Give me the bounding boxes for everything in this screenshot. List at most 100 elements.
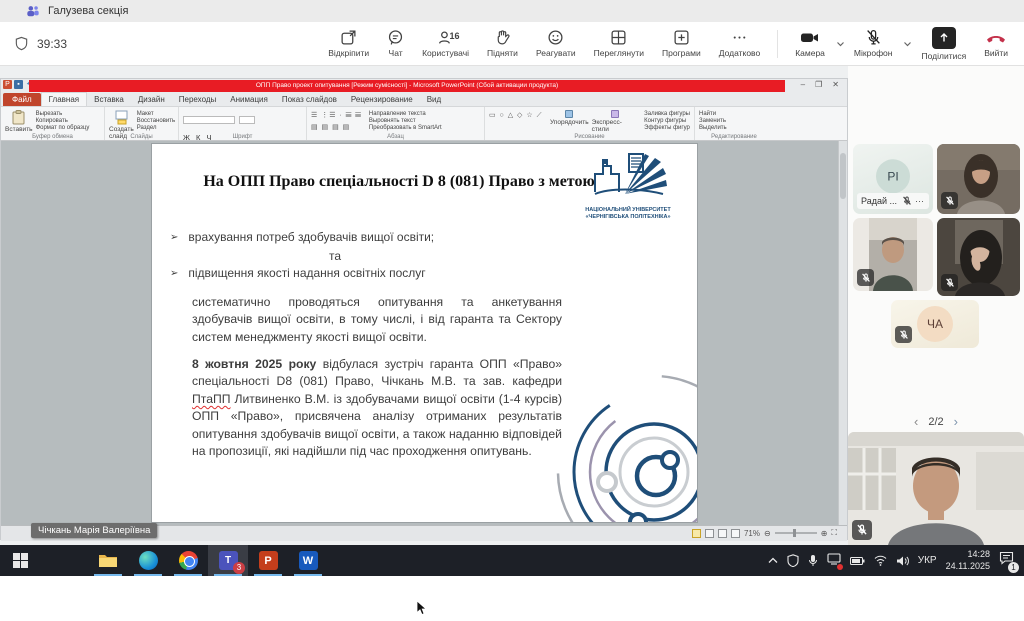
slide-paragraph-2[interactable]: 8 жовтня 2025 року відбулася зустріч гар… [192, 356, 562, 460]
participant-tile-video-3[interactable] [937, 218, 1020, 296]
align-buttons[interactable]: ▤ ▤ ▤ ▤ [311, 123, 362, 132]
wifi-icon[interactable] [874, 555, 887, 566]
camera-button[interactable]: Камера [786, 26, 834, 61]
pager-next-icon[interactable]: › [954, 414, 958, 429]
tab-transitions[interactable]: Переходы [172, 93, 224, 106]
volume-icon[interactable] [896, 555, 909, 567]
mic-options-chevron-icon[interactable] [903, 41, 912, 47]
slideshow-icon[interactable] [731, 529, 740, 538]
slide-title[interactable]: На ОПП Право спеціальності D 8 (081) Пра… [164, 170, 634, 193]
participant-tile-video-large[interactable] [848, 432, 1024, 545]
zoom-out-icon[interactable]: ⊖ [764, 529, 771, 538]
action-center-button[interactable]: 1 [999, 551, 1014, 570]
format-painter-button[interactable]: Формат по образцу [36, 125, 90, 131]
taskbar-clock[interactable]: 14:28 24.11.2025 [946, 549, 990, 572]
slide-sorter-icon[interactable] [705, 529, 714, 538]
tab-file[interactable]: Файл [3, 93, 41, 106]
participant-video [869, 218, 917, 291]
quick-styles-button[interactable]: Экспресс-стили [592, 109, 640, 133]
tab-insert[interactable]: Вставка [87, 93, 131, 106]
tab-home[interactable]: Главная [41, 92, 87, 106]
list-buttons[interactable]: ☰ ⋮☰ · 𝄙 𝄙 [311, 111, 362, 120]
mic-button[interactable]: Мікрофон [845, 26, 902, 61]
taskbar-edge[interactable] [128, 545, 168, 576]
camera-options-chevron-icon[interactable] [836, 41, 845, 47]
participants-button[interactable]: 16 Користувачі [413, 26, 478, 61]
reset-button[interactable]: Восстановить [137, 118, 175, 124]
view-button[interactable]: Переглянути [585, 26, 653, 61]
shapes-gallery[interactable]: ▭ ○ △ ◇ ☆ ⟋ [489, 109, 547, 120]
tab-view[interactable]: Вид [420, 93, 448, 106]
screen-share-indicator-icon[interactable] [827, 552, 841, 570]
language-indicator[interactable]: УКР [918, 555, 937, 566]
unpin-button[interactable]: Відкріпити [319, 26, 378, 61]
teams-meeting-icon [26, 4, 40, 18]
zoom-in-icon[interactable]: ⊕ [821, 529, 828, 538]
more-button[interactable]: Додатково [710, 26, 769, 61]
participant-tile-video-1[interactable] [937, 144, 1020, 214]
scrollbar-thumb[interactable] [840, 153, 846, 199]
participant-tile-video-2[interactable] [853, 218, 933, 291]
bullet-item-1: врахування потреб здобувачів вищої освіт… [188, 230, 434, 246]
tab-design[interactable]: Дизайн [131, 93, 172, 106]
slide-paragraph-1[interactable]: систематично проводяться опитування та а… [192, 294, 562, 346]
tab-animations[interactable]: Анимация [223, 93, 275, 106]
chat-button[interactable]: Чат [378, 26, 413, 61]
replace-button[interactable]: Заменить [699, 118, 727, 124]
share-button[interactable]: Поділитися [912, 24, 975, 64]
taskbar-word[interactable]: W [288, 545, 328, 576]
paste-button[interactable]: Вставить [5, 109, 33, 133]
slide-bullet-list[interactable]: ➢ врахування потреб здобувачів вищої осв… [170, 230, 570, 285]
close-button[interactable]: ✕ [832, 80, 839, 89]
align-text-button[interactable]: Выровнять текст [369, 118, 442, 124]
taskbar-chrome[interactable] [168, 545, 208, 576]
start-button[interactable] [0, 545, 40, 576]
author-tooltip: Чічкань Марія Валеріївна [31, 523, 157, 538]
find-button[interactable]: Найти [699, 111, 727, 117]
shield-icon[interactable] [14, 36, 29, 51]
normal-view-icon[interactable] [692, 529, 701, 538]
slide-canvas[interactable]: На ОПП Право спеціальності D 8 (081) Пра… [151, 143, 698, 523]
reading-view-icon[interactable] [718, 529, 727, 538]
powerpoint-titlebar[interactable]: P ▪ ↶ ↻ ОПП Право проект опитування [Реж… [1, 79, 847, 93]
cut-button[interactable]: Вырезать [36, 111, 90, 117]
shape-effects-button[interactable]: Эффекты фигур [644, 125, 690, 131]
section-button[interactable]: Раздел [137, 125, 175, 131]
text-direction-button[interactable]: Направление текста [369, 111, 442, 117]
layout-button[interactable]: Макет [137, 111, 175, 117]
pager-prev-icon[interactable]: ‹ [914, 414, 918, 429]
battery-icon[interactable] [850, 556, 865, 566]
save-icon[interactable]: ▪ [14, 80, 23, 89]
usb-device-icon[interactable] [808, 554, 818, 567]
zoom-slider-thumb[interactable] [793, 529, 796, 537]
taskbar-teams[interactable]: T 3 [208, 545, 248, 576]
leave-button[interactable]: Вийти [975, 26, 1024, 61]
fit-to-window-icon[interactable]: ⛶ [831, 528, 837, 538]
tab-slideshow[interactable]: Показ слайдов [275, 93, 344, 106]
defender-icon[interactable] [787, 554, 799, 567]
participant-name-pill[interactable]: Радай ... ⋯ [857, 193, 929, 209]
apps-button[interactable]: Програми [653, 26, 710, 61]
smartart-button[interactable]: Преобразовать в SmartArt [369, 125, 442, 131]
react-button[interactable]: Реагувати [527, 26, 585, 61]
participant-tile-raday[interactable]: РІ Радай ... ⋯ [853, 144, 933, 214]
hidden-icons-chevron-icon[interactable] [768, 557, 778, 564]
zoom-slider[interactable] [775, 532, 817, 534]
select-button[interactable]: Выделить [699, 125, 727, 131]
taskbar-explorer[interactable] [88, 545, 128, 576]
shape-fill-button[interactable]: Заливка фигуры [644, 111, 690, 117]
shape-outline-button[interactable]: Контур фигуры [644, 118, 690, 124]
participant-tile-cha[interactable]: ЧА [891, 300, 979, 348]
more-options-icon[interactable]: ⋯ [915, 196, 925, 207]
minimize-button[interactable]: – [801, 80, 805, 89]
tab-review[interactable]: Рецензирование [344, 93, 420, 106]
arrange-button[interactable]: Упорядочить [550, 109, 589, 126]
raise-hand-button[interactable]: Підняти [478, 26, 527, 61]
chrome-icon [179, 551, 198, 570]
ribbon-group-font: Ж К Ч Шрифт [179, 107, 307, 140]
taskbar-powerpoint[interactable]: P [248, 545, 288, 576]
vertical-scrollbar[interactable] [838, 141, 847, 525]
copy-button[interactable]: Копировать [36, 118, 90, 124]
font-name-box[interactable] [183, 111, 255, 129]
restore-button[interactable]: ❐ [815, 80, 822, 89]
